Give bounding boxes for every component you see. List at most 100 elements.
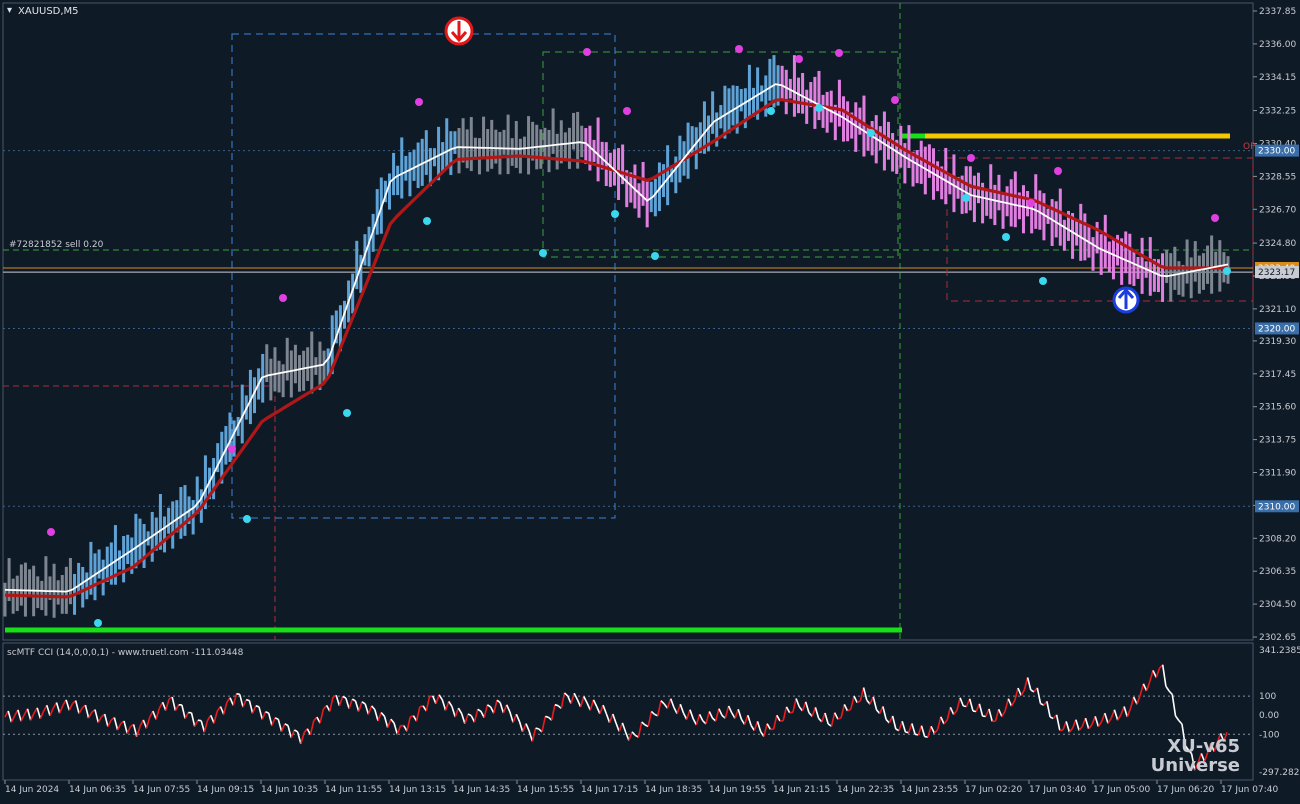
price-bar xyxy=(695,127,698,169)
time-tick-label: 17 Jun 02:20 xyxy=(965,785,1022,795)
price-bar xyxy=(470,117,473,171)
cci-segment xyxy=(777,715,780,721)
time-tick-label: 14 Jun 09:15 xyxy=(197,785,254,795)
price-bar xyxy=(1079,204,1082,261)
cci-segment xyxy=(381,713,384,717)
cci-segment xyxy=(1047,701,1050,717)
cci-segment xyxy=(37,708,40,719)
cci-segment xyxy=(147,717,150,728)
cci-segment xyxy=(266,712,269,713)
price-tick-label: 2319.30 xyxy=(1259,337,1296,347)
price-bar xyxy=(637,183,640,217)
price-bar xyxy=(891,133,894,171)
cci-segment xyxy=(542,716,545,732)
cci-segment xyxy=(275,718,278,720)
cci-segment xyxy=(677,704,680,714)
cci-segment xyxy=(108,720,111,726)
price-bar xyxy=(662,164,665,197)
price-bar xyxy=(1182,265,1185,297)
cci-segment xyxy=(844,704,847,711)
cci-segment xyxy=(931,726,934,733)
cci-segment xyxy=(944,720,947,724)
price-tick-label: 2321.10 xyxy=(1259,305,1296,315)
collapse-triangle-icon[interactable]: ▾ xyxy=(7,5,12,16)
cci-tick-label: -297.28294 xyxy=(1259,768,1300,778)
cci-segment xyxy=(648,711,651,726)
cci-segment xyxy=(98,717,101,723)
cci-segment xyxy=(680,704,683,713)
price-chart-canvas[interactable]: 2337.852336.002334.152332.252330.402328.… xyxy=(0,0,1300,800)
price-bar xyxy=(1137,257,1140,279)
time-tick-label: 17 Jun 03:40 xyxy=(1029,785,1086,795)
cci-segment xyxy=(1076,720,1079,731)
price-bar xyxy=(134,514,137,568)
price-bar xyxy=(183,485,186,536)
price-bar xyxy=(122,536,125,582)
cci-segment xyxy=(1179,721,1182,725)
cci-segment xyxy=(909,724,912,733)
cci-segment xyxy=(1066,721,1069,732)
cci-segment xyxy=(725,706,728,718)
cci-segment xyxy=(957,698,960,711)
price-bar xyxy=(912,152,915,187)
trading-chart[interactable]: 2337.852336.002334.152332.252330.402328.… xyxy=(0,0,1300,800)
cci-segment xyxy=(465,714,468,724)
cci-segment xyxy=(690,710,693,719)
cci-segment xyxy=(449,701,452,706)
cci-segment xyxy=(532,728,535,741)
cci-segment xyxy=(999,709,1002,716)
price-bar xyxy=(646,180,649,227)
peak-dot xyxy=(228,445,236,453)
cci-segment xyxy=(716,709,719,721)
cci-segment xyxy=(815,707,818,718)
price-bar xyxy=(965,166,968,213)
cci-segment xyxy=(462,713,465,723)
price-bar xyxy=(36,576,39,608)
cci-segment xyxy=(960,698,963,706)
peak-dot xyxy=(1054,167,1062,175)
cci-segment xyxy=(475,709,478,722)
cci-segment xyxy=(436,695,439,704)
cci-segment xyxy=(1002,711,1005,717)
price-bar xyxy=(282,364,285,397)
time-tick-label: 14 Jun 10:35 xyxy=(261,785,318,795)
price-bar xyxy=(445,118,448,169)
cci-segment xyxy=(8,711,11,722)
cci-segment xyxy=(851,696,854,709)
order-label[interactable]: #72821852 sell 0.20 xyxy=(9,240,104,250)
zones xyxy=(5,34,1253,630)
cci-segment xyxy=(735,709,738,718)
price-bar xyxy=(768,59,771,101)
price-bar xyxy=(376,189,379,235)
cci-segment xyxy=(941,717,944,724)
price-bar xyxy=(781,66,784,99)
trough-dot xyxy=(867,129,875,137)
price-bar xyxy=(801,73,804,114)
trough-dot xyxy=(651,252,659,260)
cci-segment xyxy=(632,732,635,736)
cci-segment xyxy=(950,707,953,714)
cci-segment xyxy=(754,721,757,730)
time-tick-label: 17 Jun 06:20 xyxy=(1157,785,1214,795)
price-bar xyxy=(1014,171,1017,227)
cci-segment xyxy=(391,719,394,723)
price-bar xyxy=(196,477,199,514)
price-bar xyxy=(973,176,976,222)
cci-segment xyxy=(545,716,548,717)
cci-segment xyxy=(516,714,519,721)
cci-tick-label: 341.23859 xyxy=(1259,646,1300,656)
cci-segment xyxy=(848,709,851,711)
price-bar xyxy=(723,86,726,139)
price-bar xyxy=(490,120,493,169)
cci-segment xyxy=(57,703,60,714)
price-bar xyxy=(548,130,551,172)
peak-dot xyxy=(415,98,423,106)
time-tick-label: 17 Jun 05:00 xyxy=(1093,785,1150,795)
watermark-line2: Universe xyxy=(1151,755,1240,776)
cci-segment xyxy=(979,704,982,716)
cci-segment xyxy=(606,714,609,723)
cci-segment xyxy=(510,712,513,723)
cci-segment xyxy=(622,723,625,732)
price-highlight-label: 2310.00 xyxy=(1258,502,1295,512)
cci-segment xyxy=(339,696,342,706)
